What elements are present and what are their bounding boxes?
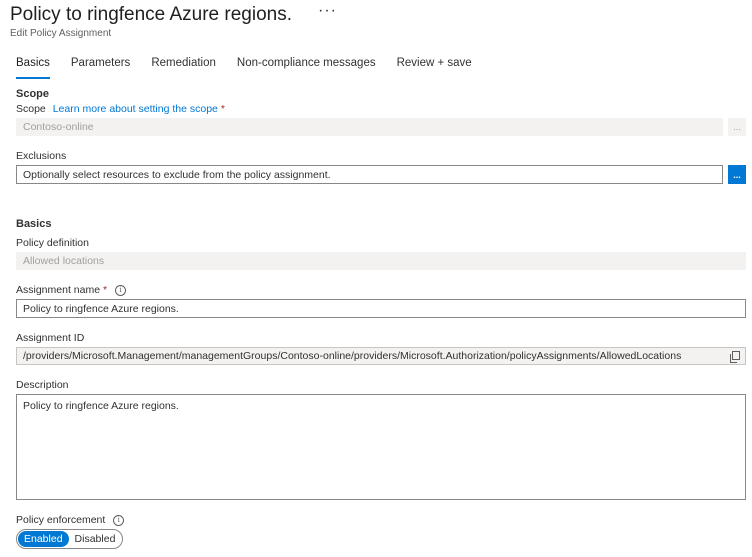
- exclusions-field[interactable]: Optionally select resources to exclude f…: [16, 165, 723, 184]
- scope-learn-more-link[interactable]: Learn more about setting the scope: [53, 103, 218, 115]
- ellipsis-icon: ···: [318, 2, 337, 19]
- page-title: Policy to ringfence Azure regions.: [10, 4, 292, 25]
- policy-enforcement-label: Policy enforcement: [16, 514, 106, 526]
- scope-label: Scope: [16, 103, 46, 115]
- policy-enforcement-label-row: Policy enforcement i: [16, 514, 125, 526]
- assignment-id-field: /providers/Microsoft.Management/manageme…: [16, 347, 746, 365]
- more-options-button[interactable]: ···: [318, 2, 337, 20]
- info-icon[interactable]: i: [113, 514, 125, 526]
- exclusions-label: Exclusions: [16, 150, 67, 162]
- scope-heading: Scope: [16, 88, 50, 100]
- tab-bar: Basics Parameters Remediation Non-compli…: [16, 57, 493, 79]
- tab-remediation[interactable]: Remediation: [151, 57, 216, 75]
- policy-enforcement-toggle[interactable]: Enabled Disabled: [16, 529, 124, 549]
- scope-label-row: Scope Learn more about setting the scope…: [16, 103, 225, 115]
- required-marker: *: [220, 103, 225, 115]
- tab-parameters[interactable]: Parameters: [71, 57, 130, 75]
- description-label: Description: [16, 379, 69, 391]
- assignment-name-label: Assignment name: [16, 284, 101, 296]
- tab-non-compliance-messages[interactable]: Non-compliance messages: [237, 57, 376, 75]
- policy-definition-field: Allowed locations: [16, 252, 746, 270]
- required-marker: *: [102, 284, 108, 296]
- assignment-name-label-row: Assignment name * i: [16, 284, 126, 296]
- basics-heading: Basics: [16, 218, 52, 230]
- info-icon[interactable]: i: [114, 284, 126, 296]
- exclusions-select-button[interactable]: ...: [728, 165, 746, 184]
- copy-icon[interactable]: [729, 350, 741, 368]
- tab-review-save[interactable]: Review + save: [397, 57, 472, 75]
- description-textarea[interactable]: Policy to ringfence Azure regions.: [16, 394, 746, 500]
- scope-field: Contoso-online: [16, 118, 723, 136]
- tab-basics[interactable]: Basics: [16, 57, 50, 79]
- policy-definition-label: Policy definition: [16, 237, 89, 249]
- copy-icon-svg: [730, 351, 740, 363]
- assignment-id-label: Assignment ID: [16, 332, 85, 344]
- enforcement-enabled-option[interactable]: Enabled: [18, 531, 69, 547]
- assignment-name-input[interactable]: Policy to ringfence Azure regions.: [16, 299, 746, 318]
- page-subtitle: Edit Policy Assignment: [10, 28, 112, 39]
- scope-select-button: ...: [728, 118, 746, 136]
- enforcement-disabled-option[interactable]: Disabled: [69, 531, 122, 547]
